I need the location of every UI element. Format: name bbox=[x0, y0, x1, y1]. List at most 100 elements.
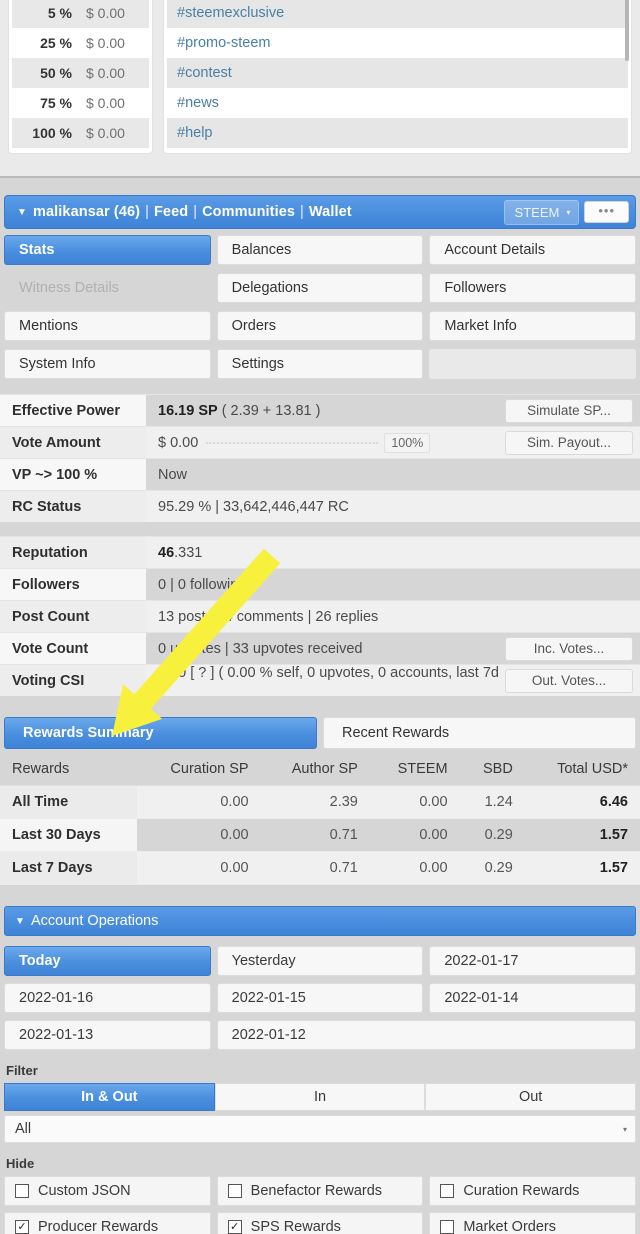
rewards-summary-table: Rewards Curation SP Author SP STEEM SBD Total… bbox=[0, 755, 640, 885]
filter-mode-in[interactable]: In bbox=[214, 1083, 426, 1111]
tag-list-panel[interactable]: #steemexclusive #promo-steem #contest #news… bbox=[163, 0, 632, 154]
tab-system-info[interactable]: System Info bbox=[4, 349, 211, 379]
column-header: STEEM bbox=[369, 755, 460, 786]
direction-filter-group: In & Out In Out bbox=[4, 1083, 636, 1111]
hide-checkbox-curation-rewards[interactable]: Curation Rewards bbox=[429, 1176, 636, 1206]
token-selector-label: STEEM bbox=[514, 204, 560, 220]
reward-cell: 1.57 bbox=[524, 818, 640, 852]
tab-orders[interactable]: Orders bbox=[216, 311, 424, 341]
filter-label: Filter bbox=[6, 1063, 38, 1078]
account-operations-title: Account Operations bbox=[31, 913, 159, 929]
stats-table-primary: Effective Power 16.19 SP ( 2.39 + 13.81 … bbox=[0, 394, 640, 522]
navbar-wallet-link[interactable]: Wallet bbox=[309, 204, 352, 220]
tab-witness-details: Witness Details bbox=[19, 280, 119, 296]
tab-recent-rewards[interactable]: Recent Rewards bbox=[323, 717, 636, 749]
column-header: SBD bbox=[459, 755, 525, 786]
tab-followers[interactable]: Followers bbox=[429, 273, 636, 303]
tag-list-scrollbar[interactable] bbox=[625, 0, 629, 61]
vote-value-row[interactable]: 25 % $ 0.00 bbox=[12, 28, 149, 58]
chevron-down-icon: ▾ bbox=[622, 1124, 627, 1134]
sim-payout-button[interactable]: Sim. Payout... bbox=[505, 430, 633, 455]
vote-percent: 50 % bbox=[40, 65, 72, 81]
tag-list-item[interactable]: #steemexclusive bbox=[167, 0, 628, 28]
tab-delegations[interactable]: Delegations bbox=[216, 273, 424, 303]
date-button-2022-01-13[interactable]: 2022-01-13 bbox=[4, 1020, 211, 1050]
tag-list-item[interactable]: #news bbox=[167, 88, 628, 118]
date-button-2022-01-12[interactable]: 2022-01-12 bbox=[216, 1020, 636, 1050]
vote-power-percent: 100% bbox=[384, 432, 431, 453]
tab-settings[interactable]: Settings bbox=[216, 349, 424, 379]
tab-stats[interactable]: Stats bbox=[4, 235, 211, 265]
hide-checkbox-market-orders[interactable]: Market Orders bbox=[429, 1212, 636, 1234]
hide-checkbox-grid: Custom JSON Benefactor Rewards Curation Re… bbox=[4, 1176, 636, 1234]
stat-row-post-count: Post Count 13 posts | 4 comments | 26 re… bbox=[0, 600, 640, 632]
vote-value-row[interactable]: 5 % $ 0.00 bbox=[12, 0, 149, 28]
date-button-2022-01-15[interactable]: 2022-01-15 bbox=[216, 983, 424, 1013]
incoming-votes-button[interactable]: Inc. Votes... bbox=[505, 636, 633, 661]
filter-mode-in-out[interactable]: In & Out bbox=[4, 1083, 215, 1111]
vote-power-progress-track bbox=[206, 441, 379, 444]
table-row: Last 30 Days 0.00 0.71 0.00 0.29 1.57 bbox=[0, 818, 640, 852]
date-button-yesterday[interactable]: Yesterday bbox=[216, 946, 424, 976]
tab-market-info[interactable]: Market Info bbox=[429, 311, 636, 341]
reward-cell: 0.00 bbox=[369, 818, 460, 852]
table-header-row: Rewards Curation SP Author SP STEEM SBD Total… bbox=[0, 755, 640, 786]
tab-mentions[interactable]: Mentions bbox=[4, 311, 211, 341]
tab-balances[interactable]: Balances bbox=[216, 235, 424, 265]
tag-list-item[interactable]: #help bbox=[167, 118, 628, 148]
stat-row-effective-power: Effective Power 16.19 SP ( 2.39 + 13.81 … bbox=[0, 394, 640, 426]
date-button-today[interactable]: Today bbox=[4, 946, 211, 976]
simulate-sp-button[interactable]: Simulate SP... bbox=[505, 398, 633, 423]
stat-value: $ 0.00 100% bbox=[146, 432, 505, 453]
reputation-whole: 46 bbox=[158, 544, 175, 561]
tag-list-item[interactable]: #contest bbox=[167, 58, 628, 88]
outgoing-votes-button[interactable]: Out. Votes... bbox=[505, 668, 633, 693]
stat-label: Vote Count bbox=[0, 633, 146, 664]
tab-account-details[interactable]: Account Details bbox=[429, 235, 636, 265]
stat-row-vote-amount: Vote Amount $ 0.00 100% Sim. Payout... bbox=[0, 426, 640, 458]
navbar-account-link[interactable]: malikansar (46) bbox=[33, 204, 140, 220]
date-button-grid: Today Yesterday 2022-01-17 2022-01-16 2022-0… bbox=[4, 946, 636, 1050]
navbar-feed-link[interactable]: Feed bbox=[154, 204, 188, 220]
stat-row-vp-100: VP ~> 100 % Now bbox=[0, 458, 640, 490]
tab-rewards-summary[interactable]: Rewards Summary bbox=[4, 717, 317, 749]
hide-checkbox-sps-rewards[interactable]: ✓ SPS Rewards bbox=[216, 1212, 424, 1234]
account-operations-header[interactable]: ▼ Account Operations bbox=[4, 906, 636, 936]
navbar-communities-link[interactable]: Communities bbox=[202, 204, 295, 220]
hide-checkbox-custom-json[interactable]: Custom JSON bbox=[4, 1176, 211, 1206]
vote-amount-value: $ 0.00 bbox=[86, 125, 125, 141]
reward-cell: 0.00 bbox=[136, 851, 261, 885]
date-button-2022-01-17[interactable]: 2022-01-17 bbox=[429, 946, 636, 976]
vote-percent: 25 % bbox=[40, 35, 72, 51]
filter-mode-out[interactable]: Out bbox=[425, 1083, 636, 1111]
date-button-2022-01-16[interactable]: 2022-01-16 bbox=[4, 983, 211, 1013]
navbar-separator-3: | bbox=[300, 204, 304, 220]
row-label: Last 30 Days bbox=[0, 818, 137, 852]
reward-cell: 0.00 bbox=[369, 785, 460, 819]
column-header: Rewards bbox=[0, 755, 137, 786]
vote-amount-value: $ 0.00 bbox=[86, 35, 125, 51]
date-button-2022-01-14[interactable]: 2022-01-14 bbox=[429, 983, 636, 1013]
checkbox-unchecked-icon bbox=[15, 1184, 29, 1198]
vote-value-row[interactable]: 100 % $ 0.00 bbox=[12, 118, 149, 148]
stat-label: Vote Amount bbox=[0, 427, 146, 458]
table-row: Last 7 Days 0.00 0.71 0.00 0.29 1.57 bbox=[0, 851, 640, 885]
stats-table-secondary: Reputation 46.331 Followers 0 | 0 follow… bbox=[0, 536, 640, 697]
checkbox-label: Curation Rewards bbox=[463, 1183, 580, 1199]
stat-value: 46.331 bbox=[146, 545, 640, 561]
more-menu-button[interactable]: ••• bbox=[584, 201, 629, 223]
effective-power-breakdown: ( 2.39 + 13.81 ) bbox=[221, 402, 321, 419]
column-header: Total USD* bbox=[524, 755, 640, 786]
reward-cell: 1.24 bbox=[459, 785, 525, 819]
tag-list-item[interactable]: #promo-steem bbox=[167, 28, 628, 58]
stat-value: Now bbox=[158, 466, 188, 483]
chevron-down-icon[interactable]: ▼ bbox=[13, 207, 31, 218]
vote-value-row[interactable]: 50 % $ 0.00 bbox=[12, 58, 149, 88]
hide-checkbox-producer-rewards[interactable]: ✓ Producer Rewards bbox=[4, 1212, 211, 1234]
token-selector-button[interactable]: STEEM ▾ bbox=[503, 199, 580, 225]
vote-value-row[interactable]: 75 % $ 0.00 bbox=[12, 88, 149, 118]
operation-type-select[interactable]: All ▾ bbox=[4, 1115, 636, 1143]
chevron-down-icon[interactable]: ▼ bbox=[11, 916, 29, 927]
hide-checkbox-benefactor-rewards[interactable]: Benefactor Rewards bbox=[216, 1176, 424, 1206]
stat-row-followers: Followers 0 | 0 following bbox=[0, 568, 640, 600]
